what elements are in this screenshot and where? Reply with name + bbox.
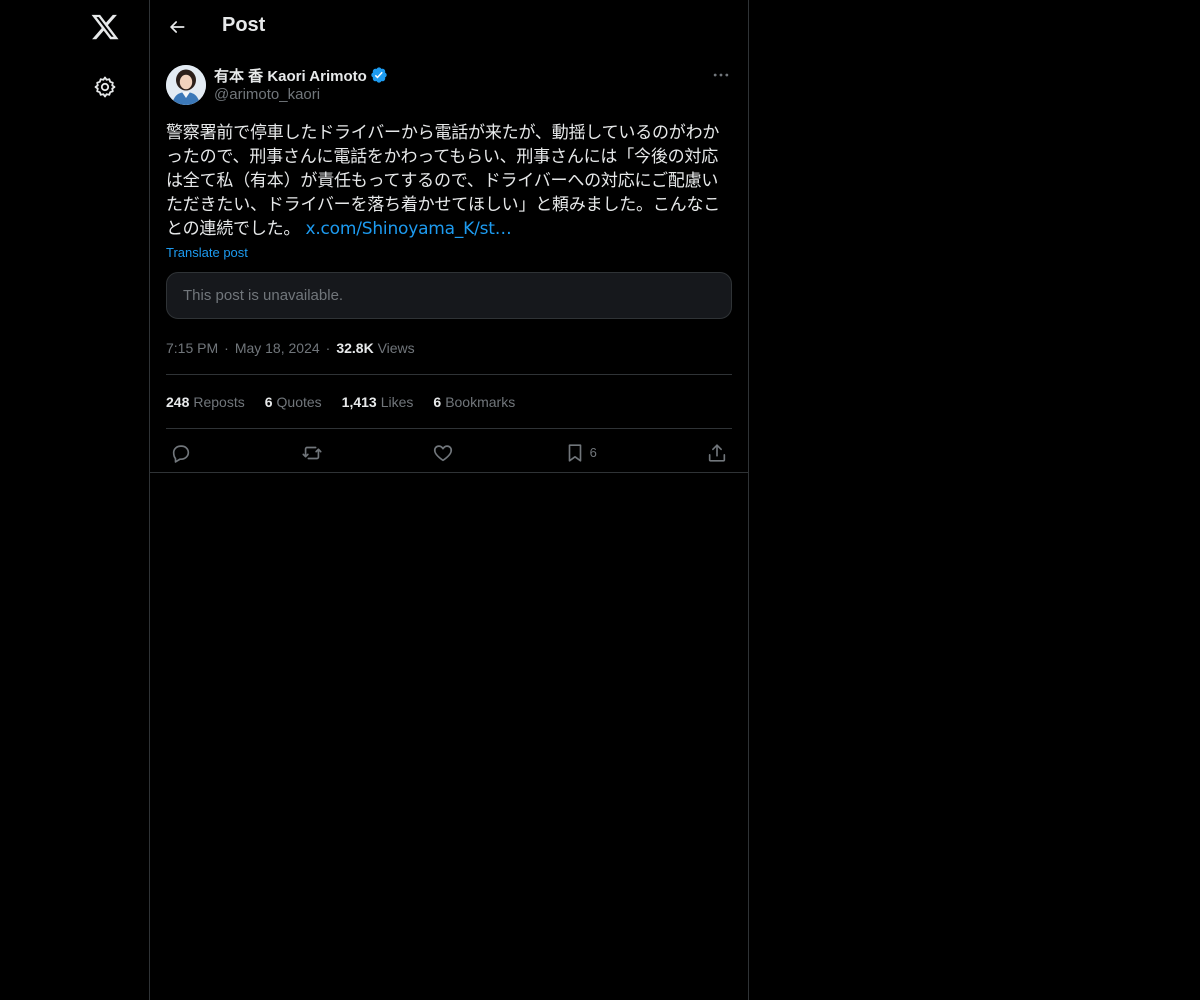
post-link[interactable]: x.com/Shinoyama_K/st… xyxy=(305,219,511,239)
x-logo-icon[interactable] xyxy=(88,10,122,44)
bookmarks-stat[interactable]: 6 Bookmarks xyxy=(433,394,515,410)
post-author: 有本 香 Kaori Arimoto @arimoto_kaori xyxy=(166,64,732,108)
meta-separator: · xyxy=(224,340,229,356)
views-label: Views xyxy=(377,340,415,356)
bookmarks-label: Bookmarks xyxy=(445,393,516,410)
page-title: Post xyxy=(222,14,266,36)
bookmark-button[interactable]: 6 xyxy=(564,442,597,464)
gear-icon[interactable] xyxy=(89,71,121,103)
share-icon xyxy=(708,443,726,462)
post-date[interactable]: May 18, 2024 xyxy=(235,340,320,356)
repost-button[interactable] xyxy=(301,442,323,464)
share-button[interactable] xyxy=(706,442,728,464)
like-button[interactable] xyxy=(432,442,454,464)
bookmarks-count: 6 xyxy=(433,393,442,410)
author-handle[interactable]: @arimoto_kaori xyxy=(214,86,320,103)
reply-button[interactable] xyxy=(170,442,192,464)
reposts-count: 248 xyxy=(166,393,190,410)
main-column: Post 有本 香 Kaori Arimoto @arimoto_kaori 警… xyxy=(149,0,749,1000)
post-time[interactable]: 7:15 PM xyxy=(166,340,218,356)
quotes-label: Quotes xyxy=(276,393,322,410)
bookmark-action-count: 6 xyxy=(589,445,597,460)
likes-label: Likes xyxy=(380,393,414,410)
reposts-stat[interactable]: 248 Reposts xyxy=(166,394,245,410)
more-options-icon[interactable] xyxy=(710,64,732,86)
heart-icon xyxy=(434,444,453,461)
left-nav xyxy=(0,0,149,1000)
likes-stat[interactable]: 1,413 Likes xyxy=(342,394,414,410)
quotes-count: 6 xyxy=(264,393,273,410)
author-display-name[interactable]: 有本 香 Kaori Arimoto xyxy=(214,65,367,86)
post-actions: 6 xyxy=(166,429,732,476)
avatar[interactable] xyxy=(166,65,206,105)
quoted-post-unavailable: This post is unavailable. xyxy=(166,272,732,319)
post-text: 警察署前で停車したドライバーから電話が来たが、動揺しているのがわかったので、刑事… xyxy=(166,121,732,241)
reposts-label: Reposts xyxy=(193,393,245,410)
engagement-stats: 248 Reposts 6 Quotes 1,413 Likes 6 Bookmarks xyxy=(166,375,732,428)
reply-icon xyxy=(172,444,190,463)
views-count: 32.8K xyxy=(336,340,374,356)
post: 有本 香 Kaori Arimoto @arimoto_kaori 警察署前で停… xyxy=(166,64,732,476)
divider xyxy=(150,472,748,473)
bookmark-icon xyxy=(568,443,581,462)
page-header: Post xyxy=(150,0,748,53)
author-name-row: 有本 香 Kaori Arimoto xyxy=(214,65,388,85)
translate-post-link[interactable]: Translate post xyxy=(166,245,248,260)
back-arrow-icon[interactable] xyxy=(162,12,192,42)
post-meta: 7:15 PM · May 18, 2024 · 32.8K Views xyxy=(166,338,732,358)
repost-icon xyxy=(302,446,322,459)
app-root: Post 有本 香 Kaori Arimoto @arimoto_kaori 警… xyxy=(0,0,1200,1000)
quotes-stat[interactable]: 6 Quotes xyxy=(265,394,322,410)
meta-separator: · xyxy=(325,340,331,356)
likes-count: 1,413 xyxy=(341,393,377,410)
verified-badge-icon xyxy=(370,66,388,84)
